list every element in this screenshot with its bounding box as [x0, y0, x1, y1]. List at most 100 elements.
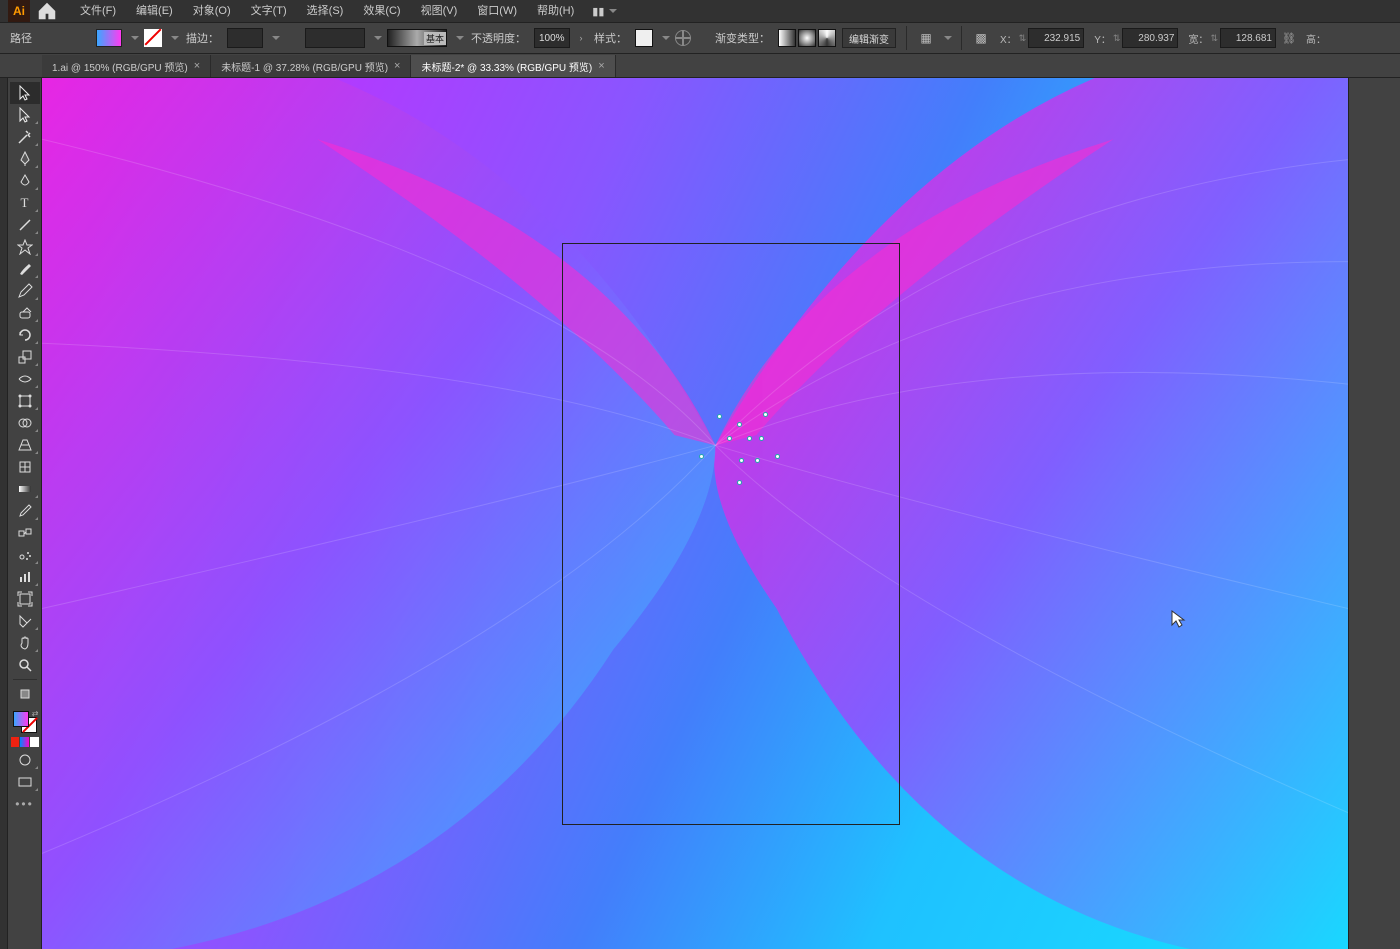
tool-line[interactable]	[10, 214, 40, 236]
fill-swatch[interactable]	[96, 29, 122, 47]
fill-dropdown[interactable]	[128, 29, 138, 47]
tool-rotate[interactable]	[10, 324, 40, 346]
link-wh-icon[interactable]: ⛓	[1282, 29, 1296, 47]
tool-free-transform[interactable]	[10, 390, 40, 412]
menu-select[interactable]: 选择(S)	[297, 0, 354, 22]
y-label: Y：	[1094, 31, 1111, 46]
stroke-swatch[interactable]	[144, 29, 162, 47]
close-icon[interactable]: ×	[598, 60, 604, 72]
fill-color[interactable]	[13, 711, 29, 727]
tab-doc-1[interactable]: 1.ai @ 150% (RGB/GPU 预览) ×	[42, 55, 211, 77]
tab-doc-3[interactable]: 未标题-2* @ 33.33% (RGB/GPU 预览) ×	[411, 55, 615, 77]
stepper-icon[interactable]: ⇅	[1113, 33, 1121, 44]
recolor-icon[interactable]	[675, 30, 691, 46]
opacity-input[interactable]	[534, 28, 570, 48]
tool-width[interactable]	[10, 368, 40, 390]
stroke-weight-dd[interactable]	[269, 29, 279, 47]
tab-doc-2[interactable]: 未标题-1 @ 37.28% (RGB/GPU 预览) ×	[211, 55, 411, 77]
tool-selection[interactable]	[10, 82, 40, 104]
tool-hand[interactable]	[10, 632, 40, 654]
stepper-icon[interactable]: ⇅	[1019, 33, 1027, 44]
tool-symbol-spray[interactable]	[10, 544, 40, 566]
x-input[interactable]	[1028, 28, 1084, 48]
transform-icon[interactable]: ▩	[972, 29, 990, 47]
menu-help[interactable]: 帮助(H)	[527, 0, 584, 22]
menu-view[interactable]: 视图(V)	[411, 0, 468, 22]
tool-graph[interactable]	[10, 566, 40, 588]
tool-gradient[interactable]	[10, 478, 40, 500]
menu-effect[interactable]: 效果(C)	[353, 0, 410, 22]
vwp-dd[interactable]	[371, 29, 381, 47]
opacity-dd[interactable]: ›	[576, 29, 586, 47]
divider	[906, 26, 907, 50]
home-button[interactable]	[36, 0, 58, 22]
draw-mode[interactable]	[10, 749, 40, 771]
right-panel-collapsed[interactable]	[1348, 78, 1400, 949]
tool-slice[interactable]	[10, 610, 40, 632]
brush-definition[interactable]: 基本	[387, 29, 447, 47]
tool-eyedropper[interactable]	[10, 500, 40, 522]
align-dd[interactable]	[941, 29, 951, 47]
tool-fill-toggle[interactable]	[10, 683, 40, 705]
stroke-weight-input[interactable]	[227, 28, 263, 48]
tool-shape-builder[interactable]	[10, 412, 40, 434]
tool-blend[interactable]	[10, 522, 40, 544]
close-icon[interactable]: ×	[194, 60, 200, 72]
gradient-type-label: 渐变类型：	[715, 30, 770, 46]
edit-gradient-button[interactable]: 编辑渐变	[842, 28, 896, 48]
stepper-icon[interactable]: ⇅	[1210, 33, 1218, 44]
tool-curvature[interactable]	[10, 170, 40, 192]
tool-type[interactable]: T	[10, 192, 40, 214]
align-icon[interactable]: ▦	[917, 29, 935, 47]
tool-magic-wand[interactable]	[10, 126, 40, 148]
layout-selector[interactable]: ▮▮	[592, 5, 617, 18]
menu-edit[interactable]: 编辑(E)	[126, 0, 183, 22]
menu-file[interactable]: 文件(F)	[70, 0, 126, 22]
tab-label: 未标题-1 @ 37.28% (RGB/GPU 预览)	[221, 59, 388, 74]
toolbox: T ⇄ •••	[8, 78, 42, 949]
chevron-down-icon	[171, 36, 179, 40]
canvas-viewport[interactable]	[42, 78, 1348, 949]
color-mode-row	[11, 737, 39, 749]
mode-color[interactable]	[11, 737, 20, 747]
control-bar: 路径 描边： 基本 不透明度： › 样式： 渐变类型： 编辑渐变 ▦ ▩ X： …	[0, 22, 1400, 54]
chevron-down-icon	[131, 36, 139, 40]
tool-eraser[interactable]	[10, 302, 40, 324]
tool-pencil[interactable]	[10, 280, 40, 302]
style-dd[interactable]	[659, 29, 669, 47]
screen-mode[interactable]	[10, 771, 40, 793]
tool-perspective[interactable]	[10, 434, 40, 456]
app-logo[interactable]: Ai	[8, 0, 30, 22]
tool-pen[interactable]	[10, 148, 40, 170]
tool-zoom[interactable]	[10, 654, 40, 676]
swap-icon[interactable]: ⇄	[32, 709, 39, 718]
graphic-style-swatch[interactable]	[635, 29, 653, 47]
menu-window[interactable]: 窗口(W)	[467, 0, 527, 22]
gradient-linear[interactable]	[778, 29, 796, 47]
tool-direct-selection[interactable]	[10, 104, 40, 126]
layout-icon: ▮▮	[592, 5, 604, 18]
main-area: T ⇄ •••	[0, 78, 1400, 949]
fill-stroke-swatches[interactable]: ⇄	[11, 709, 39, 735]
tool-artboard[interactable]	[10, 588, 40, 610]
tool-mesh[interactable]	[10, 456, 40, 478]
tool-scale[interactable]	[10, 346, 40, 368]
tool-star[interactable]	[10, 236, 40, 258]
width-input[interactable]	[1220, 28, 1276, 48]
chevron-down-icon	[944, 36, 952, 40]
tab-label: 未标题-2* @ 33.33% (RGB/GPU 预览)	[421, 59, 592, 74]
mode-gradient[interactable]	[20, 737, 29, 747]
mode-none[interactable]	[30, 737, 39, 747]
stroke-dropdown[interactable]	[168, 29, 178, 47]
menu-object[interactable]: 对象(O)	[183, 0, 241, 22]
var-width-profile[interactable]	[305, 28, 365, 48]
tool-paintbrush[interactable]	[10, 258, 40, 280]
left-gutter	[0, 78, 8, 949]
gradient-radial[interactable]	[798, 29, 816, 47]
edit-toolbar[interactable]: •••	[12, 797, 38, 809]
menu-type[interactable]: 文字(T)	[241, 0, 297, 22]
gradient-freeform[interactable]	[818, 29, 836, 47]
y-input[interactable]	[1122, 28, 1178, 48]
close-icon[interactable]: ×	[394, 60, 400, 72]
brush-dd[interactable]	[453, 29, 463, 47]
